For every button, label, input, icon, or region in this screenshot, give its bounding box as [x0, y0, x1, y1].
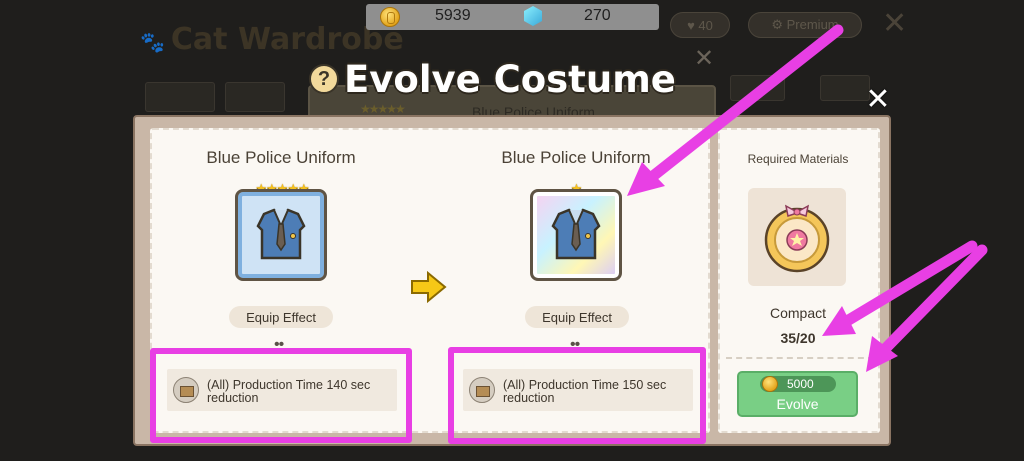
annotation-arrow-card	[642, 24, 844, 186]
annotation-arrows	[627, 24, 988, 372]
